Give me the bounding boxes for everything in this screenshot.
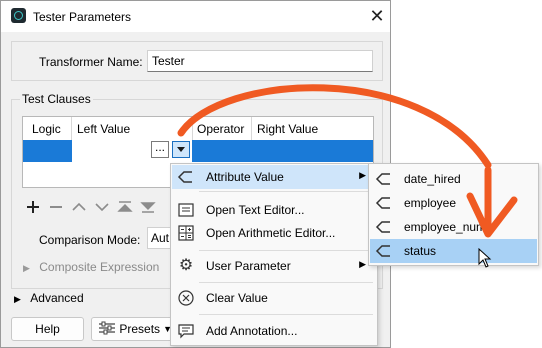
composite-expression-toggle[interactable]: ▶ Composite Expression [23,260,159,274]
gear-icon: ⚙ [178,257,194,274]
move-up-icon[interactable] [71,199,87,219]
column-header-right-value[interactable]: Right Value [257,122,318,136]
move-top-icon[interactable] [117,199,133,219]
menu-item-label: Add Annotation... [206,324,298,338]
menu-separator [199,314,373,315]
submenu-arrow-icon: ▶ [359,170,366,180]
column-header-logic[interactable]: Logic [32,122,61,136]
attribute-icon [375,242,393,260]
move-down-icon[interactable] [94,199,110,219]
chevron-right-icon: ▶ [23,263,30,273]
attribute-label: status [404,244,437,258]
submenu-arrow-icon: ▶ [359,259,366,269]
advanced-toggle[interactable]: ▶ Advanced [14,291,84,305]
chevron-down-icon [177,147,185,152]
attribute-icon [375,218,393,236]
menu-separator [199,191,373,192]
attribute-item-date-hired[interactable]: date_hired [370,167,537,191]
menu-separator [199,282,373,283]
chevron-right-icon: ▶ [14,294,21,304]
menu-item-open-text-editor[interactable]: Open Text Editor... [172,198,376,222]
clear-icon [177,289,195,307]
menu-item-label: Open Text Editor... [206,203,305,217]
ellipsis-button[interactable]: ... [151,141,169,158]
add-icon[interactable] [25,199,41,219]
attribute-label: employee [404,196,457,210]
attribute-icon [375,170,393,188]
composite-expression-label: Composite Expression [39,260,160,274]
column-header-operator[interactable]: Operator [197,122,244,136]
menu-item-clear-value[interactable]: Clear Value [172,286,376,310]
text-editor-icon [177,201,195,219]
cell-operator-right-value[interactable] [192,140,373,162]
menu-separator [199,250,373,251]
help-button[interactable]: Help [11,317,84,341]
cell-logic[interactable] [23,140,72,162]
menu-item-attribute-value[interactable]: Attribute Value ▶ [172,165,376,189]
comparison-mode-label: Comparison Mode: [39,233,141,247]
presets-button[interactable]: Presets ▼ [91,317,175,341]
test-clauses-label: Test Clauses [20,92,93,106]
move-bottom-icon[interactable] [140,199,156,219]
attribute-icon [177,168,195,186]
menu-item-user-parameter[interactable]: ⚙ User Parameter ▶ [172,254,376,278]
presets-label: Presets [119,322,161,336]
value-dropdown-button[interactable] [172,141,190,158]
menu-item-open-arithmetic-editor[interactable]: Open Arithmetic Editor... [172,221,376,245]
advanced-label: Advanced [30,291,84,305]
attribute-item-employee-num[interactable]: employee_num [370,215,537,239]
menu-item-label: User Parameter [206,259,291,273]
window-title: Tester Parameters [33,10,132,24]
menu-item-add-annotation[interactable]: Add Annotation... [172,319,376,343]
app-icon [11,8,26,23]
attribute-icon [375,194,393,212]
close-icon[interactable]: ✕ [365,5,389,27]
mouse-cursor-icon [478,248,492,268]
value-context-menu: Attribute Value ▶ Open Text Editor... Op… [170,163,378,346]
title-bar: Tester Parameters ✕ [1,1,390,32]
column-separator [192,117,193,140]
column-separator [251,117,252,140]
presets-icon [99,321,115,335]
attribute-label: employee_num [404,220,487,234]
attribute-item-status[interactable]: status [370,239,537,263]
transformer-name-input[interactable]: Tester [147,50,373,72]
attribute-item-employee[interactable]: employee [370,191,537,215]
column-header-left-value[interactable]: Left Value [77,122,130,136]
menu-item-label: Clear Value [206,291,268,305]
attribute-label: date_hired [404,172,461,186]
menu-item-label: Attribute Value [206,170,284,184]
transformer-name-label: Transformer Name: [39,55,143,69]
column-separator [71,117,72,140]
annotation-icon [177,322,195,340]
calculator-icon [177,224,195,242]
menu-item-label: Open Arithmetic Editor... [206,226,336,240]
attribute-submenu: date_hired employee employee_num status [368,163,539,266]
remove-icon[interactable] [48,199,64,219]
